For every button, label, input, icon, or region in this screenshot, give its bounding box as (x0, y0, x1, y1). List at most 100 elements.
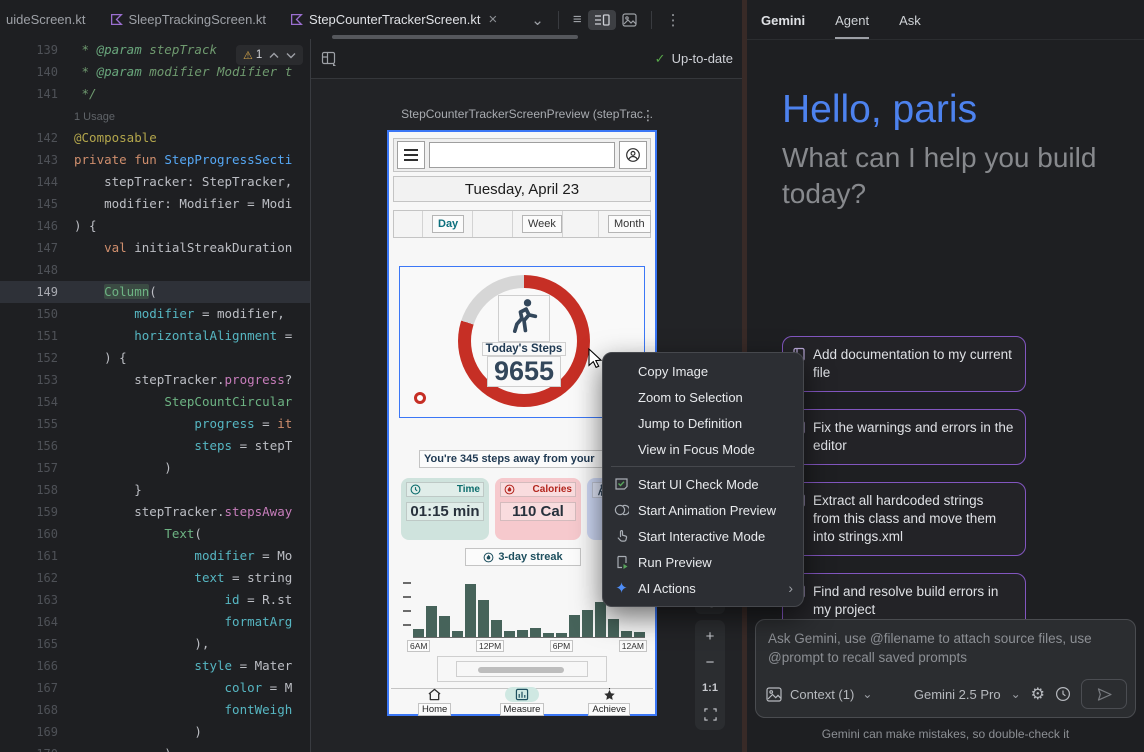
date-header: Tuesday, April 23 (393, 176, 651, 202)
prev-warning-chevron-up-icon[interactable] (269, 52, 279, 59)
close-icon[interactable]: × (487, 12, 500, 27)
line-number: 139 (0, 39, 74, 61)
image-glyph (622, 13, 637, 27)
code-line[interactable]: 143private fun StepProgressSecti (0, 149, 310, 171)
code-line[interactable]: 159 stepTracker.stepsAway (0, 501, 310, 523)
suggestion-text: Extract all hardcoded strings from this … (813, 492, 1014, 546)
tab-guidescreen[interactable]: uideScreen.kt (0, 0, 98, 39)
suggestion-card-fix-warnings[interactable]: Fix the warnings and errors in the edito… (782, 409, 1026, 465)
model-chevron-down-icon[interactable]: ⌄ (1011, 687, 1021, 701)
code-line[interactable]: 168 fontWeigh (0, 699, 310, 721)
code-line[interactable]: 155 progress = it (0, 413, 310, 435)
more-options-kebab-icon[interactable]: ⋮ (660, 8, 687, 32)
history-clock-icon[interactable] (1055, 686, 1071, 702)
preview-title[interactable]: StepCounterTrackerScreenPreview (stepTra… (311, 107, 743, 121)
line-number: 162 (0, 567, 74, 589)
code-line[interactable]: 142@Composable (0, 127, 310, 149)
nav-measure[interactable]: Measure (492, 687, 552, 716)
design-view-icon[interactable] (616, 10, 643, 30)
code-line[interactable]: 147 val initialStreakDuration (0, 237, 310, 259)
chart-bar (504, 631, 515, 637)
menu-item-run-preview[interactable]: Run Preview (603, 549, 803, 575)
menu-item-ai-actions[interactable]: ✦ AI Actions › (603, 575, 803, 601)
menu-item-jump-to-definition[interactable]: Jump to Definition (603, 410, 803, 436)
code-line[interactable]: 148 (0, 259, 310, 281)
kotlin-file-icon (290, 13, 303, 26)
nav-achieve[interactable]: Achieve (579, 687, 639, 716)
menu-item-view-in-focus-mode[interactable]: View in Focus Mode (603, 436, 803, 462)
tab-sleeptrackingscreen[interactable]: SleepTrackingScreen.kt (98, 0, 279, 39)
next-warning-chevron-down-icon[interactable] (286, 52, 296, 59)
settings-gear-icon[interactable]: ⚙ (1031, 684, 1045, 704)
code-editor[interactable]: 139 * @param stepTrack140 * @param modif… (0, 39, 310, 752)
code-line[interactable]: 157 ) (0, 457, 310, 479)
search-input[interactable] (429, 142, 615, 168)
code-line[interactable]: 149 Column( (0, 281, 310, 303)
split-view-icon[interactable] (588, 10, 616, 30)
menu-item-start-interactive-mode[interactable]: Start Interactive Mode (603, 523, 803, 549)
code-line[interactable]: 162 text = string (0, 567, 310, 589)
menu-item-zoom-to-selection[interactable]: Zoom to Selection (603, 384, 803, 410)
code-line[interactable]: 161 modifier = Mo (0, 545, 310, 567)
chart-x-axis-labels: 6AM 12PM 6PM 12AM (407, 640, 647, 652)
context-chip[interactable]: Context (1) (790, 687, 854, 702)
code-line[interactable]: 158 } (0, 479, 310, 501)
code-line[interactable]: 141 */ (0, 83, 310, 105)
tab-day[interactable]: Day (432, 215, 464, 233)
send-button[interactable] (1081, 679, 1127, 709)
attach-image-icon[interactable] (766, 687, 782, 702)
preview-layout-icon[interactable] (321, 51, 337, 66)
line-number: 170 (0, 743, 74, 752)
menu-label: View in Focus Mode (638, 442, 755, 457)
tab-list-chevron-down-icon[interactable]: ⌄ (525, 8, 550, 32)
code-line[interactable]: 167 color = M (0, 677, 310, 699)
zoom-to-fit-button[interactable] (695, 702, 725, 726)
suggestion-card-add-docs[interactable]: Add documentation to my current file (782, 336, 1026, 392)
tab-ask[interactable]: Ask (899, 13, 921, 39)
menu-item-start-ui-check-mode[interactable]: Start UI Check Mode (603, 471, 803, 497)
code-line[interactable]: 156 steps = stepT (0, 435, 310, 457)
suggestion-card-extract-strings[interactable]: Extract all hardcoded strings from this … (782, 482, 1026, 556)
code-line[interactable]: 1 Usage (0, 105, 310, 127)
zoom-out-button[interactable]: − (695, 650, 725, 674)
calories-card[interactable]: Calories 110 Cal (495, 478, 581, 540)
menu-label: Start Interactive Mode (638, 529, 765, 544)
code-line[interactable]: 152 ) { (0, 347, 310, 369)
tab-stepcountertrackerscreen[interactable]: StepCounterTrackerScreen.kt × (278, 0, 511, 39)
zoom-1to1-button[interactable]: 1:1 (695, 676, 725, 700)
model-selector[interactable]: Gemini 2.5 Pro (914, 687, 1001, 702)
code-line[interactable]: 150 modifier = modifier, (0, 303, 310, 325)
inspection-widget[interactable]: ⚠ 1 (236, 45, 303, 65)
code-line[interactable]: 166 style = Mater (0, 655, 310, 677)
menu-item-copy-image[interactable]: Copy Image (603, 358, 803, 384)
menu-hamburger-icon[interactable] (397, 141, 425, 169)
menu-item-start-animation-preview[interactable]: Start Animation Preview (603, 497, 803, 523)
warning-icon: ⚠ (243, 49, 253, 62)
nav-home[interactable]: Home (405, 687, 465, 716)
tab-week[interactable]: Week (522, 215, 562, 233)
code-line[interactable]: 160 Text( (0, 523, 310, 545)
preview-kebab-icon[interactable]: ⋮ (641, 107, 655, 124)
time-card[interactable]: Time 01:15 min (401, 478, 489, 540)
code-line[interactable]: 165 ), (0, 633, 310, 655)
tab-month[interactable]: Month (608, 215, 651, 233)
code-line[interactable]: 151 horizontalAlignment = (0, 325, 310, 347)
code-line[interactable]: 145 modifier: Modifier = Modi (0, 193, 310, 215)
code-line[interactable]: 164 formatArg (0, 611, 310, 633)
code-line[interactable]: 169 ) (0, 721, 310, 743)
account-icon[interactable] (619, 141, 647, 169)
zoom-in-button[interactable]: + (695, 624, 725, 648)
code-line[interactable]: 154 StepCountCircular (0, 391, 310, 413)
tab-agent[interactable]: Agent (835, 13, 869, 39)
code-line[interactable]: 163 id = R.st (0, 589, 310, 611)
code-view-icon[interactable]: ≡ (567, 8, 588, 31)
code-line[interactable]: 153 stepTracker.progress? (0, 369, 310, 391)
line-number: 169 (0, 721, 74, 743)
code-line[interactable]: 144 stepTracker: StepTracker, (0, 171, 310, 193)
code-line[interactable]: 170 ) (0, 743, 310, 752)
gemini-prompt-input[interactable]: Ask Gemini, use @filename to attach sour… (755, 619, 1136, 718)
progress-end-dot (414, 392, 426, 404)
line-number: 150 (0, 303, 74, 325)
code-line[interactable]: 146) { (0, 215, 310, 237)
context-chevron-down-icon[interactable]: ⌄ (862, 687, 872, 701)
